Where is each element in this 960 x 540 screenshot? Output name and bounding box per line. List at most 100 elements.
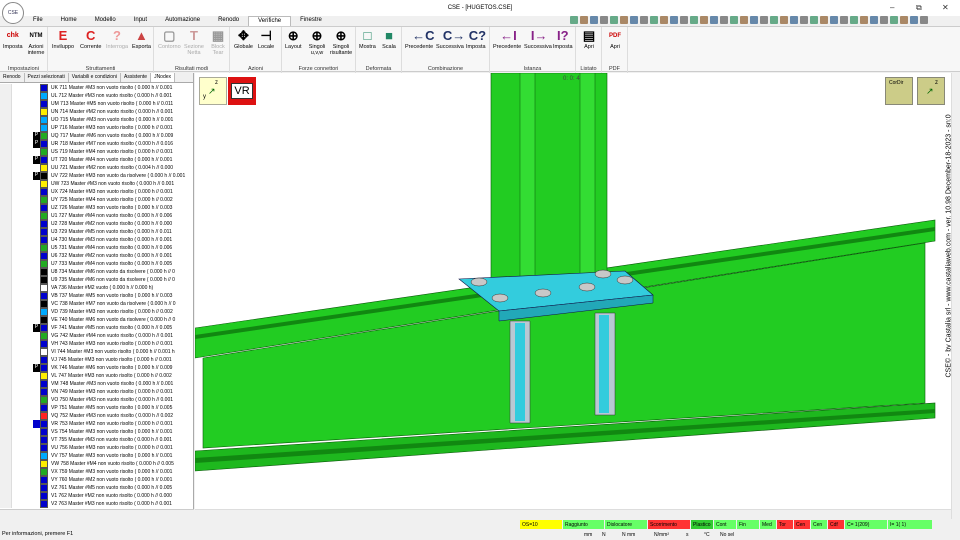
tree-row[interactable]: UL 712 Master #M3 non vuoto risolto ( 0.… bbox=[0, 92, 194, 100]
tree-row[interactable]: VX 759 Master #M3 non vuoto risolto ( 0.… bbox=[0, 468, 194, 476]
tree-row[interactable]: UP 716 Master #M3 non vuoto risolto ( 0.… bbox=[0, 124, 194, 132]
toolbar-icon[interactable] bbox=[810, 16, 818, 24]
block-tear-button[interactable]: ▦ Block Tear bbox=[208, 29, 228, 57]
combo-imposta-button[interactable]: C? Imposta bbox=[466, 29, 486, 51]
ist-successiva-button[interactable]: I→ Successiva bbox=[524, 29, 552, 51]
toolbar-icon[interactable] bbox=[570, 16, 578, 24]
toolbar-icon[interactable] bbox=[840, 16, 848, 24]
sezione-netta-button[interactable]: T Sezione Netta bbox=[184, 29, 204, 57]
tree-row[interactable]: VC 738 Master #M7 non vuoto da risolvere… bbox=[0, 300, 194, 308]
menu-finestre[interactable]: Finestre bbox=[291, 16, 331, 26]
close-icon[interactable]: ✕ bbox=[942, 3, 949, 12]
toolbar-icon[interactable] bbox=[910, 16, 918, 24]
singoli-risultante-button[interactable]: ⊕ Singoli risultante bbox=[328, 29, 354, 57]
azioni-interne-button[interactable]: NTM Azioni interne bbox=[26, 29, 46, 56]
globale-button[interactable]: ✥ Globale bbox=[234, 29, 253, 51]
tree-row[interactable]: VR 753 Master #M2 non vuoto risolto ( 0.… bbox=[0, 420, 194, 428]
unit-cell[interactable]: N bbox=[600, 530, 606, 539]
tree-row[interactable]: P UQ 717 Master #M6 non vuoto risolto ( 0… bbox=[0, 132, 194, 140]
toolbar-icon[interactable] bbox=[820, 16, 828, 24]
toolbar-icon[interactable] bbox=[610, 16, 618, 24]
toolbar-icon[interactable] bbox=[710, 16, 718, 24]
toolbar-icon[interactable] bbox=[600, 16, 608, 24]
menu-renodo[interactable]: Renodo bbox=[209, 16, 248, 26]
tree-row[interactable]: U1 727 Master #M4 non vuoto risolto ( 0.… bbox=[0, 212, 194, 220]
tree-row[interactable]: VT 755 Master #M3 non vuoto risolto ( 0.… bbox=[0, 436, 194, 444]
menu-home[interactable]: Home bbox=[52, 16, 86, 26]
toolbar-icon[interactable] bbox=[700, 16, 708, 24]
viewport-vscrollbar[interactable] bbox=[951, 73, 960, 519]
toolbar-icon[interactable] bbox=[720, 16, 728, 24]
tab-variabili-e-condizioni[interactable]: Variabili e condizioni bbox=[69, 73, 121, 82]
bolt-2[interactable] bbox=[491, 293, 509, 303]
tree-row[interactable]: VZ 761 Master #M5 non vuoto risolto ( 0.… bbox=[0, 484, 194, 492]
toolbar-icon[interactable] bbox=[900, 16, 908, 24]
tree-row[interactable]: U3 729 Master #M5 non vuoto risolto ( 0.… bbox=[0, 228, 194, 236]
maximize-icon[interactable]: ⧉ bbox=[916, 3, 922, 13]
cordir-gizmo[interactable]: CorDir bbox=[885, 77, 913, 105]
unit-cell[interactable]: No sel bbox=[718, 530, 734, 539]
tree-row[interactable]: P UT 720 Master #M4 non vuoto risolto ( 0… bbox=[0, 156, 194, 164]
toolbar-icon[interactable] bbox=[780, 16, 788, 24]
menu-verifiche[interactable]: Verifiche bbox=[248, 16, 292, 26]
tree-row[interactable]: UZ 726 Master #M3 non vuoto risolto ( 0.… bbox=[0, 204, 194, 212]
tree-row[interactable]: U8 734 Master #M6 non vuoto da risolvere… bbox=[0, 268, 194, 276]
tree-row[interactable]: P UV 722 Master #M3 non vuoto da risolver… bbox=[0, 172, 194, 180]
menu-file[interactable]: File bbox=[24, 16, 52, 26]
toolbar-icon[interactable] bbox=[860, 16, 868, 24]
tab-assistente[interactable]: Assistente bbox=[121, 73, 152, 82]
toolbar-icon[interactable] bbox=[890, 16, 898, 24]
menu-input[interactable]: Input bbox=[125, 16, 156, 26]
tree-row[interactable]: U4 730 Master #M3 non vuoto risolto ( 0.… bbox=[0, 236, 194, 244]
bolt-6[interactable] bbox=[594, 269, 612, 279]
toolbar-icon[interactable] bbox=[660, 16, 668, 24]
tree-row[interactable]: VV 757 Master #M3 non vuoto risolto ( 0.… bbox=[0, 452, 194, 460]
toolbar-icon[interactable] bbox=[830, 16, 838, 24]
corrente-button[interactable]: C Corrente bbox=[80, 29, 101, 51]
toolbar-icon[interactable] bbox=[750, 16, 758, 24]
bolt-4[interactable] bbox=[578, 282, 596, 292]
pdf-apri-button[interactable]: PDF Apri bbox=[608, 29, 622, 50]
tree-row[interactable]: V2 763 Master #M3 non vuoto risolto ( 0.… bbox=[0, 500, 194, 508]
tab-jnodex[interactable]: JNodex bbox=[151, 73, 176, 82]
menu-automazione[interactable]: Automazione bbox=[156, 16, 209, 26]
tree-row[interactable]: UM 713 Master #M5 non vuoto risolto ( 0.… bbox=[0, 100, 194, 108]
tab-pezzi-selezionati[interactable]: Pezzi selezionati bbox=[25, 73, 69, 82]
toolbar-icon[interactable] bbox=[800, 16, 808, 24]
unit-cell[interactable]: N mm bbox=[620, 530, 635, 539]
tree-row[interactable]: U9 735 Master #M6 non vuoto da risolvere… bbox=[0, 276, 194, 284]
tree-row[interactable]: VH 743 Master #M3 non vuoto risolto ( 0.… bbox=[0, 340, 194, 348]
toolbar-icon[interactable] bbox=[630, 16, 638, 24]
tree-row[interactable]: UO 715 Master #M3 non vuoto risolto ( 0.… bbox=[0, 116, 194, 124]
tree-row[interactable]: VW 758 Master #M4 non vuoto risolto ( 0.… bbox=[0, 460, 194, 468]
tree-hscrollbar[interactable] bbox=[0, 509, 194, 519]
tree-row[interactable]: VB 737 Master #M5 non vuoto risolto ( 0.… bbox=[0, 292, 194, 300]
tree-row[interactable]: UU 721 Master #M2 non vuoto risolto ( 0.… bbox=[0, 164, 194, 172]
tree-row[interactable]: VG 742 Master #M4 non vuoto risolto ( 0.… bbox=[0, 332, 194, 340]
view-axis-gizmo[interactable]: z ↗ bbox=[917, 77, 945, 105]
toolbar-icon[interactable] bbox=[920, 16, 928, 24]
tree-row[interactable]: U6 732 Master #M2 non vuoto risolto ( 0.… bbox=[0, 252, 194, 260]
singoli-uvw-button[interactable]: ⊕ Singoli u,v,w bbox=[306, 29, 328, 57]
unit-cell[interactable]: mm bbox=[582, 530, 592, 539]
tree-row[interactable]: VP 751 Master #M5 non vuoto risolto ( 0.… bbox=[0, 404, 194, 412]
tree-row[interactable]: P UR 718 Master #M7 non vuoto risolto ( 0… bbox=[0, 140, 194, 148]
scala-button[interactable]: ■ Scala bbox=[382, 29, 396, 51]
toolbar-icon[interactable] bbox=[620, 16, 628, 24]
tree-row[interactable]: VQ 752 Master #M3 non vuoto risolto ( 0.… bbox=[0, 412, 194, 420]
tree-row[interactable]: VD 739 Master #M3 non vuoto risolto ( 0.… bbox=[0, 308, 194, 316]
ist-precedente-button[interactable]: ←I Precedente bbox=[493, 29, 521, 51]
minimize-icon[interactable]: – bbox=[890, 3, 894, 12]
tree-row[interactable]: VU 756 Master #M3 non vuoto risolto ( 0.… bbox=[0, 444, 194, 452]
toolbar-icon[interactable] bbox=[870, 16, 878, 24]
vr-badge[interactable]: VR bbox=[228, 77, 256, 105]
tree-row[interactable]: UK 711 Master #M3 non vuoto risolto ( 0.… bbox=[0, 84, 194, 92]
layout-button[interactable]: ⊕ Layout bbox=[285, 29, 302, 51]
ist-imposta-button[interactable]: I? Imposta bbox=[553, 29, 573, 51]
tree-row[interactable]: VJ 745 Master #M3 non vuoto risolto ( 0.… bbox=[0, 356, 194, 364]
tree-row[interactable]: P VK 746 Master #M6 non vuoto risolto ( 0… bbox=[0, 364, 194, 372]
tree-row[interactable]: U5 731 Master #M4 non vuoto risolto ( 0.… bbox=[0, 244, 194, 252]
tree-row[interactable]: P VF 741 Master #M5 non vuoto risolto ( 0… bbox=[0, 324, 194, 332]
tree-row[interactable]: UW 723 Master #M3 non vuoto risolto ( 0.… bbox=[0, 180, 194, 188]
toolbar-icon[interactable] bbox=[680, 16, 688, 24]
